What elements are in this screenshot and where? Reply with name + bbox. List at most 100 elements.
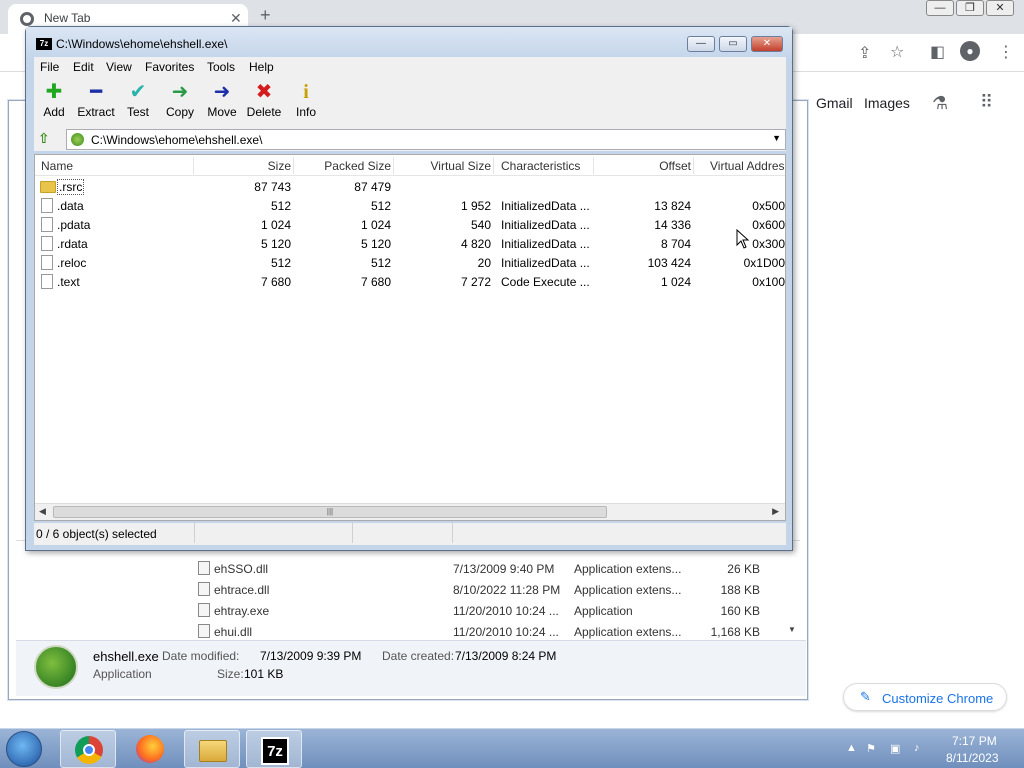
file-name: ehui.dll bbox=[214, 625, 253, 639]
close-button[interactable]: ✕ bbox=[751, 36, 783, 52]
clock-date[interactable]: 8/11/2023 bbox=[946, 751, 999, 765]
scroll-left-icon[interactable]: ◀ bbox=[39, 506, 46, 517]
move-button[interactable]: ➜ Move bbox=[202, 77, 242, 125]
table-row[interactable]: .rdata 5 120 5 120 4 820 InitializedData… bbox=[35, 234, 785, 253]
file-name: ehSSO.dll bbox=[214, 562, 269, 576]
bookmark-star-icon[interactable]: ☆ bbox=[890, 42, 904, 62]
add-button[interactable]: ✚ Add bbox=[34, 77, 74, 125]
chevron-down-icon[interactable]: ▼ bbox=[772, 133, 781, 143]
column-virtual-address[interactable]: Virtual Addres bbox=[710, 159, 785, 173]
file-type: Application extens... bbox=[574, 562, 682, 576]
volume-icon[interactable]: ♪ bbox=[914, 742, 928, 756]
row-size: 512 bbox=[270, 256, 291, 270]
labs-flask-icon[interactable]: ⚗ bbox=[932, 93, 948, 114]
horizontal-scrollbar[interactable]: ◀ ||| ▶ bbox=[35, 503, 785, 520]
customize-chrome-button[interactable]: ✎ Customize Chrome bbox=[843, 683, 1007, 711]
delete-button[interactable]: ✖ Delete bbox=[244, 77, 284, 125]
table-row[interactable]: .pdata 1 024 1 024 540 InitializedData .… bbox=[35, 215, 785, 234]
menu-tools[interactable]: Tools bbox=[207, 60, 235, 74]
menu-file[interactable]: File bbox=[40, 60, 59, 74]
file-type: Application bbox=[574, 604, 633, 618]
menu-help[interactable]: Help bbox=[249, 60, 274, 74]
column-size[interactable]: Size bbox=[268, 159, 291, 173]
details-modified-label: Date modified: bbox=[162, 649, 240, 663]
taskbar-7zip[interactable]: 7z bbox=[246, 730, 302, 768]
test-button[interactable]: ✔ Test bbox=[118, 77, 158, 125]
taskbar-explorer[interactable] bbox=[184, 730, 240, 768]
exe-file-icon bbox=[198, 603, 210, 617]
list-header: Name Size Packed Size Virtual Size Chara… bbox=[35, 155, 785, 176]
scroll-right-icon[interactable]: ▶ bbox=[772, 506, 779, 517]
images-link[interactable]: Images bbox=[864, 95, 910, 111]
info-button[interactable]: i Info bbox=[286, 77, 326, 125]
list-item[interactable]: ehSSO.dll 7/13/2009 9:40 PM Application … bbox=[16, 558, 800, 579]
extract-button[interactable]: ━ Extract bbox=[76, 77, 116, 125]
folder-up-icon[interactable]: ⇧ bbox=[38, 130, 50, 147]
minimize-icon[interactable]: — bbox=[926, 0, 954, 16]
row-size: 512 bbox=[270, 199, 291, 213]
apps-grid-icon[interactable]: ⠿ bbox=[980, 92, 993, 113]
table-row[interactable]: .rsrc 87 743 87 479 bbox=[35, 177, 785, 196]
clock-time[interactable]: 7:17 PM bbox=[952, 734, 997, 748]
restore-icon[interactable]: ❐ bbox=[956, 0, 984, 16]
new-tab-button[interactable]: + bbox=[260, 5, 271, 26]
7zip-titlebar[interactable]: 7z C:\Windows\ehome\ehshell.exe\ — ▭ ✕ bbox=[26, 27, 792, 59]
list-item[interactable]: ehtray.exe 11/20/2010 10:24 ... Applicat… bbox=[16, 600, 800, 621]
list-item[interactable]: ehtrace.dll 8/10/2022 11:28 PM Applicati… bbox=[16, 579, 800, 600]
row-packed: 87 479 bbox=[354, 180, 391, 194]
details-created-label: Date created: bbox=[382, 649, 455, 663]
menu-edit[interactable]: Edit bbox=[73, 60, 94, 74]
details-created: 7/13/2009 8:24 PM bbox=[455, 649, 557, 663]
table-row[interactable]: .data 512 512 1 952 InitializedData ... … bbox=[35, 196, 785, 215]
taskbar-chrome[interactable] bbox=[60, 730, 116, 768]
side-panel-icon[interactable]: ◧ bbox=[930, 42, 945, 62]
row-vsize: 7 272 bbox=[460, 275, 491, 289]
row-vaddr: 0x1D00 bbox=[743, 256, 785, 270]
network-icon[interactable]: ▣ bbox=[890, 742, 904, 756]
move-label: Move bbox=[207, 105, 237, 119]
profile-avatar-icon[interactable]: ● bbox=[960, 41, 980, 61]
table-row[interactable]: .reloc 512 512 20 InitializedData ... 10… bbox=[35, 253, 785, 272]
close-icon[interactable]: ✕ bbox=[986, 0, 1014, 16]
dll-file-icon bbox=[198, 582, 210, 596]
file-date: 7/13/2009 9:40 PM bbox=[453, 562, 555, 576]
column-name[interactable]: Name bbox=[41, 159, 73, 173]
file-date: 11/20/2010 10:24 ... bbox=[453, 625, 559, 639]
column-characteristics[interactable]: Characteristics bbox=[501, 159, 580, 173]
table-row[interactable]: .text 7 680 7 680 7 272 Code Execute ...… bbox=[35, 272, 785, 291]
show-hidden-icons-icon[interactable]: ▲ bbox=[846, 742, 860, 756]
column-offset[interactable]: Offset bbox=[659, 159, 691, 173]
minimize-button[interactable]: — bbox=[687, 36, 715, 52]
start-button[interactable] bbox=[6, 731, 42, 767]
delete-icon: ✖ bbox=[255, 81, 273, 103]
row-packed: 512 bbox=[370, 199, 391, 213]
row-chars: InitializedData ... bbox=[501, 237, 590, 251]
row-chars: InitializedData ... bbox=[501, 256, 590, 270]
column-virtual-size[interactable]: Virtual Size bbox=[431, 159, 491, 173]
copy-button[interactable]: ➜ Copy bbox=[160, 77, 200, 125]
row-vaddr: 0x100 bbox=[752, 275, 785, 289]
file-icon bbox=[41, 217, 53, 232]
path-field[interactable]: C:\Windows\ehome\ehshell.exe\ ▼ bbox=[66, 129, 786, 150]
row-vsize: 20 bbox=[477, 256, 491, 270]
add-icon: ✚ bbox=[45, 81, 63, 103]
file-name: ehtrace.dll bbox=[214, 583, 270, 597]
share-icon[interactable]: ⇪ bbox=[858, 43, 871, 63]
address-bar: ⇧ C:\Windows\ehome\ehshell.exe\ ▼ bbox=[34, 127, 786, 151]
scroll-down-icon[interactable]: ▼ bbox=[788, 625, 796, 634]
list-item[interactable]: ehui.dll 11/20/2010 10:24 ... Applicatio… bbox=[16, 621, 800, 642]
menu-bar: File Edit View Favorites Tools Help bbox=[34, 57, 786, 77]
close-tab-icon[interactable]: ✕ bbox=[230, 10, 242, 27]
chrome-menu-icon[interactable]: ⋮ bbox=[998, 42, 1014, 62]
firefox-icon bbox=[136, 735, 164, 763]
file-size: 188 KB bbox=[720, 583, 760, 597]
taskbar-firefox[interactable] bbox=[122, 730, 178, 768]
action-center-icon[interactable]: ⚑ bbox=[866, 742, 880, 756]
menu-favorites[interactable]: Favorites bbox=[145, 60, 194, 74]
menu-view[interactable]: View bbox=[106, 60, 132, 74]
column-packed-size[interactable]: Packed Size bbox=[324, 159, 391, 173]
maximize-button[interactable]: ▭ bbox=[719, 36, 747, 52]
scrollbar-thumb[interactable]: ||| bbox=[53, 506, 607, 518]
gmail-link[interactable]: Gmail bbox=[816, 95, 853, 111]
file-size: 1,168 KB bbox=[710, 625, 760, 639]
